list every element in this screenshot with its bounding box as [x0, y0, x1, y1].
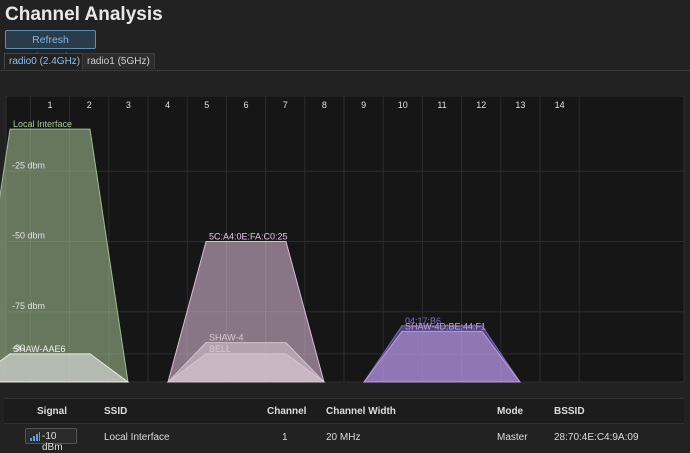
series-label-1: Local Interface [13, 119, 72, 129]
signal-value: -10 dBm [42, 431, 63, 453]
series-label-7: SHAW-4D:BE:44:F1 [405, 321, 486, 331]
channel-cell: 1 [282, 432, 288, 443]
table-row: -10 dBm Local Interface 1 20 MHz Master … [4, 424, 684, 453]
col-channel-width: Channel Width [326, 406, 396, 417]
radio-tabs: radio0 (2.4GHz) radio1 (5GHz) [0, 53, 690, 71]
tab-radio1[interactable]: radio1 (5GHz) [82, 53, 155, 69]
x-tick-label: 6 [243, 100, 248, 110]
col-channel: Channel [267, 406, 307, 417]
x-tick-label: 8 [322, 100, 327, 110]
refresh-channels-button[interactable]: Refresh Channels [5, 30, 96, 63]
col-ssid: SSID [104, 406, 128, 417]
series-label-3: SHAW-AAE6 [13, 344, 66, 354]
x-tick-label: 7 [283, 100, 288, 110]
x-tick-label: 11 [437, 100, 446, 110]
y-tick-label: -75 dbm [12, 301, 45, 311]
page-title: Channel Analysis [5, 4, 163, 25]
x-tick-label: 2 [87, 100, 92, 110]
y-tick-label: -50 dbm [12, 231, 45, 241]
x-tick-label: 14 [555, 100, 565, 110]
channel-chart: 1 2 3 4 5 6 7 8 9 10 11 12 13 14 -25 dbm-50 dbm-75 db… [0, 96, 685, 383]
ssid-cell: Local Interface [104, 432, 170, 443]
col-mode: Mode [497, 406, 524, 417]
x-tick-label: 13 [515, 100, 525, 110]
signal-strength-icon [30, 432, 40, 441]
series-label-2: 5C:A4:0E:FA:C0:25 [209, 232, 288, 242]
x-tick-label: 1 [47, 100, 52, 110]
y-tick-label: -25 dbm [12, 160, 45, 170]
series-label-5: BELL [209, 344, 231, 354]
x-tick-label: 3 [126, 100, 131, 110]
x-tick-label: 12 [476, 100, 486, 110]
col-bssid: BSSID [554, 406, 585, 417]
x-tick-label: 5 [204, 100, 209, 110]
x-tick-label: 10 [398, 100, 408, 110]
signal-badge: -10 dBm [25, 428, 77, 453]
table-header: Signal SSID Channel Channel Width Mode B… [4, 398, 684, 424]
width-cell: 20 MHz [326, 432, 361, 443]
x-tick-label: 9 [361, 100, 366, 110]
tab-radio0[interactable]: radio0 (2.4GHz) [4, 53, 86, 69]
mode-cell: Master [497, 432, 528, 443]
x-tick-label: 4 [165, 100, 170, 110]
bssid-cell: 28:70:4E:C4:9A:09 [554, 432, 639, 443]
series-label-4: SHAW-4 [209, 333, 244, 343]
col-signal: Signal [37, 406, 68, 417]
